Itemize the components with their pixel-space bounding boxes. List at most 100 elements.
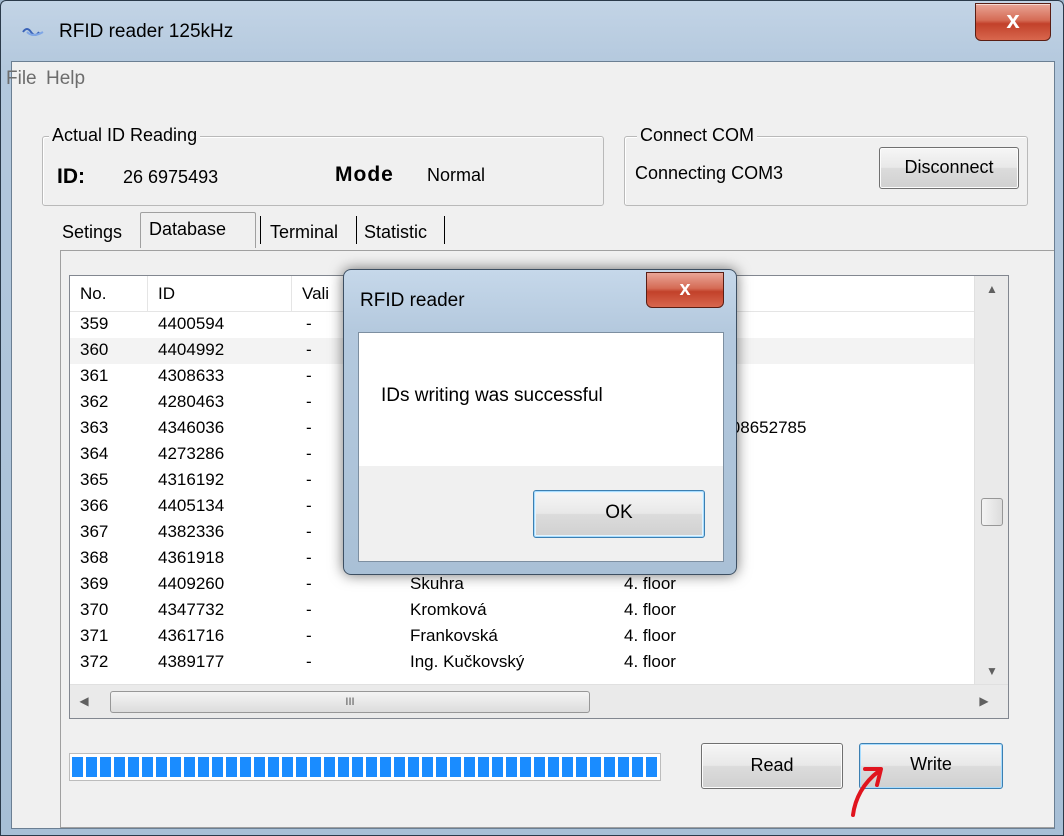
window-close-button[interactable]: x (975, 3, 1051, 41)
row-id: 4382336 (158, 522, 225, 541)
row-valid: - (306, 626, 312, 645)
id-label: ID: (57, 165, 85, 188)
row-note: 4. floor (624, 600, 676, 619)
row-valid: - (306, 574, 312, 593)
row-id: 4400594 (158, 314, 225, 333)
menu-help[interactable]: Help (46, 68, 85, 90)
connection-status: Connecting COM3 (635, 163, 784, 183)
scroll-right-icon[interactable]: ▶ (974, 694, 994, 708)
column-id[interactable]: ID (148, 276, 292, 312)
row-number: 365 (80, 470, 109, 489)
row-id: 4308633 (158, 366, 225, 385)
row-name: Skuhra (410, 574, 464, 593)
main-window: RFID reader 125kHz x File Help Actual ID… (0, 0, 1064, 836)
row-number: 370 (80, 600, 109, 619)
row-number: 360 (80, 340, 109, 359)
dialog-title: RFID reader (360, 290, 465, 311)
row-number: 372 (80, 652, 109, 671)
row-id: 4347732 (158, 600, 225, 619)
row-number: 367 (80, 522, 109, 541)
write-progress-bar (69, 753, 661, 781)
dialog-message: IDs writing was successful (381, 385, 603, 406)
id-value: 26 6975493 (123, 167, 219, 187)
row-valid: - (306, 548, 312, 567)
vertical-scroll-thumb[interactable] (981, 498, 1003, 526)
read-button[interactable]: Read (701, 743, 843, 789)
tab-database-active[interactable]: Database (140, 212, 256, 248)
row-number: 362 (80, 392, 109, 411)
row-valid: - (306, 652, 312, 671)
actual-id-reading-legend: Actual ID Reading (49, 125, 201, 146)
scroll-up-icon[interactable]: ▲ (975, 282, 1008, 296)
row-number: 371 (80, 626, 109, 645)
table-row[interactable]: 370 4347732 - Kromková 4. floor (70, 598, 975, 624)
disconnect-button[interactable]: Disconnect (879, 147, 1019, 189)
title-bar[interactable]: RFID reader 125kHz x (1, 1, 1063, 61)
tab-separator (260, 216, 261, 244)
row-note: 4. floor (624, 574, 676, 593)
row-id: 4361716 (158, 626, 225, 645)
tab-separator (356, 216, 357, 244)
row-valid: - (306, 418, 312, 437)
row-number: 361 (80, 366, 109, 385)
dialog-close-button[interactable]: x (646, 272, 724, 308)
actual-id-reading-group: Actual ID Reading ID: 26 6975493 Mode No… (42, 125, 604, 206)
mode-label: Mode (335, 163, 394, 186)
table-row[interactable]: 369 4409260 - Skuhra 4. floor (70, 572, 975, 598)
annotation-arrow-icon (851, 767, 883, 817)
table-row[interactable]: 372 4389177 - Ing. Kučkovský 4. floor (70, 650, 975, 676)
row-valid: - (306, 340, 312, 359)
tab-setings[interactable]: Setings (56, 222, 128, 243)
tab-statistic[interactable]: Statistic (358, 222, 433, 243)
mode-value: Normal (427, 165, 486, 185)
scroll-left-icon[interactable]: ◀ (74, 694, 94, 708)
tab-terminal[interactable]: Terminal (264, 222, 344, 243)
row-id: 4280463 (158, 392, 225, 411)
row-number: 359 (80, 314, 109, 333)
row-valid: - (306, 392, 312, 411)
row-number: 364 (80, 444, 109, 463)
row-id: 4404992 (158, 340, 225, 359)
row-name: Kromková (410, 600, 487, 619)
row-valid: - (306, 366, 312, 385)
connect-com-legend: Connect COM (637, 125, 758, 146)
row-id: 4389177 (158, 652, 225, 671)
row-number: 366 (80, 496, 109, 515)
scroll-down-icon[interactable]: ▼ (975, 664, 1008, 678)
row-id: 4409260 (158, 574, 225, 593)
table-row[interactable]: 371 4361716 - Frankovská 4. floor (70, 624, 975, 650)
horizontal-scroll-thumb[interactable]: III (110, 691, 590, 713)
window-title: RFID reader 125kHz (59, 21, 234, 42)
row-name: Ing. Kučkovský (410, 652, 525, 671)
success-dialog: RFID reader x IDs writing was successful… (343, 269, 737, 575)
menu-file[interactable]: File (6, 68, 37, 90)
row-valid: - (306, 522, 312, 541)
row-valid: - (306, 444, 312, 463)
row-id: 4273286 (158, 444, 225, 463)
row-valid: - (306, 470, 312, 489)
row-id: 4346036 (158, 418, 225, 437)
row-valid: - (306, 600, 312, 619)
row-id: 4405134 (158, 496, 225, 515)
tab-separator (444, 216, 445, 244)
rfid-app-icon (22, 28, 44, 36)
row-note: 4. floor (624, 652, 676, 671)
row-number: 368 (80, 548, 109, 567)
dialog-body: IDs writing was successful (358, 332, 724, 466)
row-id: 4361918 (158, 548, 225, 567)
ok-button[interactable]: OK (533, 490, 705, 538)
row-name: Frankovská (410, 626, 498, 645)
row-id: 4316192 (158, 470, 225, 489)
row-number: 363 (80, 418, 109, 437)
connect-com-group: Connect COM Connecting COM3 Disconnect (624, 125, 1028, 206)
row-number: 369 (80, 574, 109, 593)
row-valid: - (306, 314, 312, 333)
progress-fill (72, 757, 658, 777)
dialog-footer: OK (358, 466, 724, 562)
vertical-scrollbar[interactable]: ▲ ▼ (974, 276, 1008, 684)
horizontal-scrollbar[interactable]: ◀ III ▶ (70, 684, 1008, 718)
row-valid: - (306, 496, 312, 515)
tab-database-label: Database (149, 219, 227, 239)
column-no[interactable]: No. (70, 276, 148, 312)
row-note: 4. floor (624, 626, 676, 645)
